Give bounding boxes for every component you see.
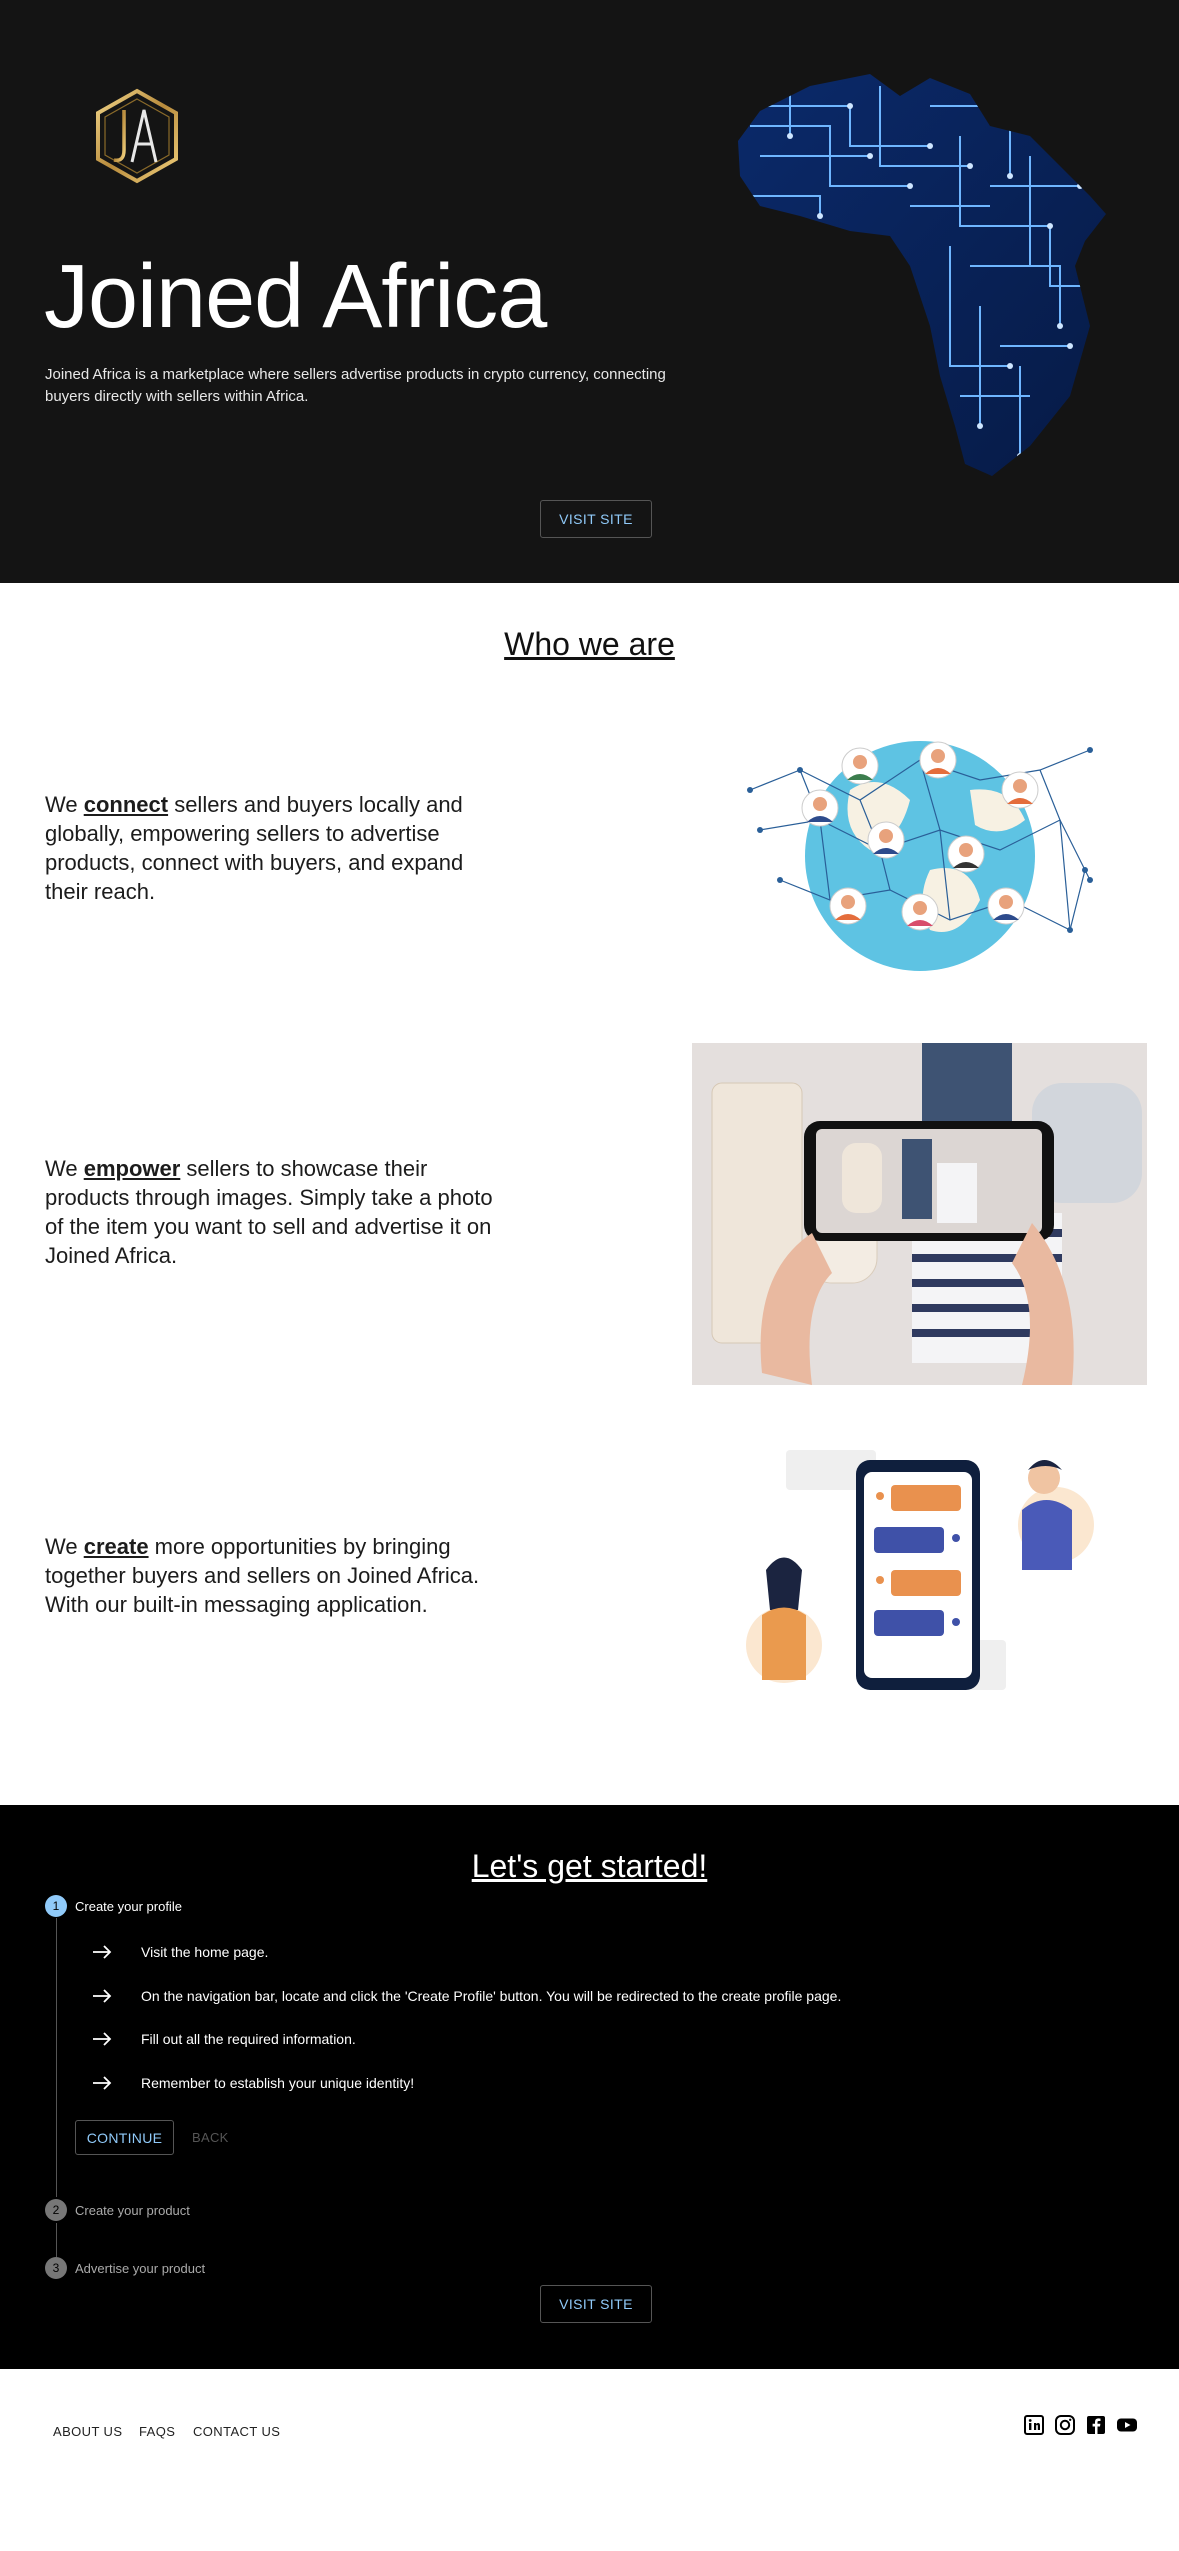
step-1-indicator[interactable]: 1	[45, 1895, 67, 1917]
get-started-heading: Let's get started!	[471, 1848, 708, 1884]
step-3-indicator[interactable]: 3	[45, 2257, 67, 2279]
facebook-icon[interactable]	[1085, 2414, 1107, 2436]
arrow-right-icon	[93, 2032, 112, 2046]
get-started-visit-site-button[interactable]: VISIT SITE	[540, 2285, 652, 2323]
instruction-item: On the navigation bar, locate and click …	[92, 1988, 841, 2004]
africa-circuit-map-image	[738, 74, 1106, 476]
instruction-item: Fill out all the required information.	[92, 2031, 356, 2047]
footer-link-about-us[interactable]: ABOUT US	[53, 2424, 122, 2439]
back-button[interactable]: BACK	[192, 2130, 229, 2145]
footer-link-contact-us[interactable]: CONTACT US	[193, 2424, 280, 2439]
instagram-icon[interactable]	[1054, 2414, 1076, 2436]
hero-title: Joined Africa	[44, 247, 547, 347]
youtube-icon[interactable]	[1116, 2414, 1138, 2436]
instruction-item: Remember to establish your unique identi…	[92, 2075, 414, 2091]
global-network-illustration	[747, 741, 1093, 971]
feature-keyword: empower	[83, 1156, 181, 1181]
step-1-label[interactable]: Create your profile	[75, 1899, 182, 1914]
footer-link-faqs[interactable]: FAQS	[139, 2424, 175, 2439]
hero-description: Joined Africa is a marketplace where sel…	[45, 366, 666, 405]
feature-create-text: We create more opportunities by bringing…	[45, 1534, 480, 1617]
messaging-app-illustration	[746, 1450, 1094, 1690]
hero-section: Joined Africa Joined Africa is a marketp…	[0, 0, 1179, 583]
continue-button[interactable]: CONTINUE	[75, 2120, 174, 2155]
arrow-right-icon	[93, 1989, 112, 2003]
stepper-connector	[56, 1918, 57, 2197]
feature-empower-text: We empower sellers to showcase their pro…	[45, 1156, 493, 1268]
step-2-label[interactable]: Create your product	[75, 2203, 190, 2218]
joined-africa-logo	[96, 88, 178, 184]
feature-connect-text: We connect sellers and buyers locally an…	[45, 792, 464, 904]
arrow-right-icon	[93, 1945, 112, 1959]
hero-visit-site-button[interactable]: VISIT SITE	[540, 500, 652, 538]
step-3-label[interactable]: Advertise your product	[75, 2261, 205, 2276]
step-2-indicator[interactable]: 2	[45, 2199, 67, 2221]
who-we-are-heading: Who we are	[504, 626, 675, 662]
arrow-right-icon	[93, 2076, 112, 2090]
phone-photographing-products-image	[692, 1043, 1147, 1385]
feature-keyword: connect	[83, 792, 169, 817]
linkedin-icon[interactable]	[1023, 2414, 1045, 2436]
stepper-connector	[56, 2223, 57, 2257]
instruction-item: Visit the home page.	[92, 1944, 268, 1960]
feature-keyword: create	[83, 1534, 149, 1559]
